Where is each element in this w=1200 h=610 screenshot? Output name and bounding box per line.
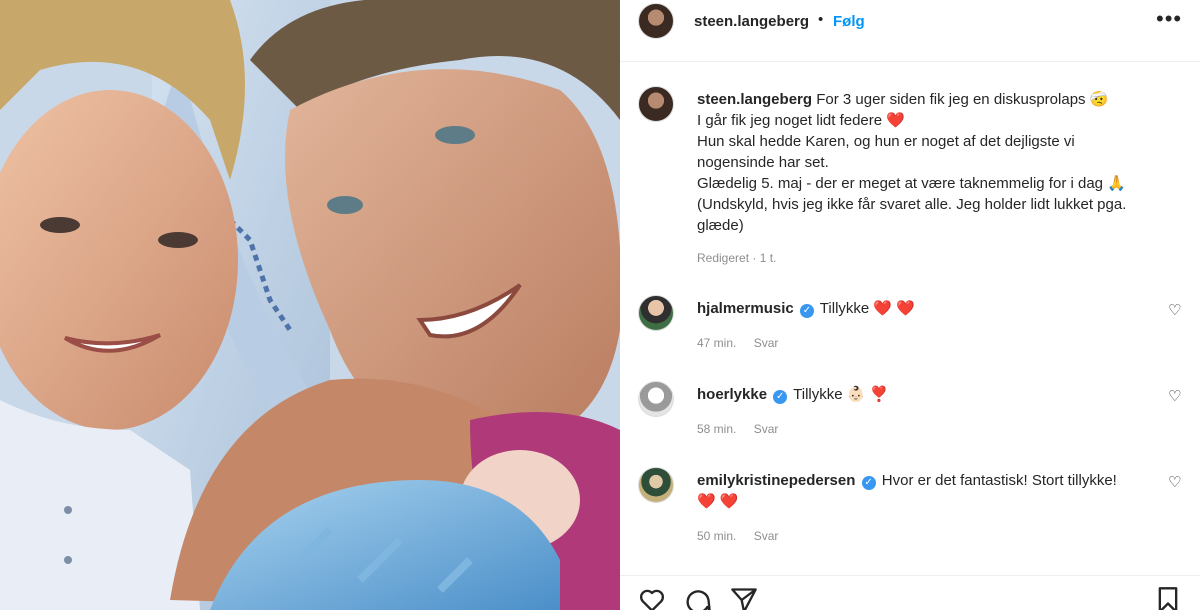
caption-line-1: For 3 uger siden fik jeg en diskusprolap…: [816, 91, 1109, 108]
comment-item: hoerlykke ✓ Tillykke 👶🏻 ❣️ 58 min. Svar …: [620, 381, 1200, 461]
post-photo-illustration: [0, 0, 620, 610]
comment-text: Hvor er det fantastisk! Stort tillykke!: [881, 472, 1117, 489]
comment-text: Tillykke: [793, 386, 843, 403]
comment-text: Tillykke: [819, 300, 870, 317]
comment-username[interactable]: hjalmermusic: [697, 300, 794, 317]
comment-item: emilykristinepedersen ✓ Hvor er det fant…: [620, 467, 1200, 547]
caption-line-4: nogensinde har set.: [697, 154, 829, 171]
comment-emoji: 👶🏻 ❣️: [846, 386, 889, 403]
comment-emoji: ❤️ ❤️: [697, 493, 739, 510]
comment-username[interactable]: emilykristinepedersen: [697, 472, 855, 489]
caption-avatar[interactable]: [638, 86, 674, 122]
comment-time: 58 min.: [697, 422, 737, 436]
heart-icon[interactable]: [638, 586, 666, 610]
comment-reply-button[interactable]: Svar: [754, 422, 779, 436]
comment-meta: 50 min. Svar: [697, 529, 792, 543]
post-photo[interactable]: [0, 0, 620, 610]
caption-username[interactable]: steen.langeberg: [697, 91, 812, 108]
follow-button[interactable]: Følg: [833, 13, 865, 30]
comment-meta: 58 min. Svar: [697, 422, 792, 436]
comment-item: hjalmermusic ✓ Tillykke ❤️ ❤️ 47 min. Sv…: [620, 295, 1200, 375]
comment-body: emilykristinepedersen ✓ Hvor er det fant…: [697, 470, 1147, 512]
comment-reply-button[interactable]: Svar: [754, 336, 779, 350]
post-header: steen.langeberg • Følg •••: [620, 0, 1200, 62]
author-username[interactable]: steen.langeberg: [694, 13, 809, 30]
comment-body: hoerlykke ✓ Tillykke 👶🏻 ❣️: [697, 384, 1147, 405]
comment-like-heart-icon[interactable]: ♡: [1168, 301, 1181, 319]
comment-emoji: ❤️ ❤️: [873, 300, 915, 317]
comment-like-heart-icon[interactable]: ♡: [1168, 387, 1181, 405]
separator-dot: •: [818, 11, 824, 28]
more-icon[interactable]: •••: [1156, 6, 1182, 32]
caption-line-5: Glædelig 5. maj - der er meget at være t…: [697, 175, 1126, 192]
author-avatar[interactable]: [638, 3, 674, 39]
comment-reply-button[interactable]: Svar: [754, 529, 779, 543]
comment-time: 50 min.: [697, 529, 737, 543]
comment-body: hjalmermusic ✓ Tillykke ❤️ ❤️: [697, 298, 1147, 319]
comment-avatar[interactable]: [638, 295, 674, 331]
comment-username[interactable]: hoerlykke: [697, 386, 767, 403]
action-bar: [620, 575, 1200, 610]
caption-heart-emoji: ❤️: [886, 112, 905, 129]
caption-line-3: Hun skal hedde Karen, og hun er noget af…: [697, 133, 1075, 150]
comment-meta: 47 min. Svar: [697, 336, 792, 350]
caption-line-2: I går fik jeg noget lidt federe: [697, 112, 883, 129]
bookmark-icon[interactable]: [1154, 586, 1182, 610]
caption-meta: Redigeret · 1 t.: [697, 251, 777, 265]
caption-line-6: (Undskyld, hvis jeg ikke får svaret alle…: [697, 196, 1127, 213]
verified-badge-icon: ✓: [861, 476, 876, 490]
verified-badge-icon: ✓: [799, 304, 814, 318]
caption-line-7: glæde): [697, 217, 744, 234]
caption-text: steen.langeberg For 3 uger siden fik jeg…: [697, 89, 1167, 236]
comment-icon[interactable]: [684, 586, 712, 610]
comment-avatar[interactable]: [638, 381, 674, 417]
comment-time: 47 min.: [697, 336, 737, 350]
verified-badge-icon: ✓: [773, 390, 788, 404]
comment-like-heart-icon[interactable]: ♡: [1168, 473, 1181, 491]
share-icon[interactable]: [730, 586, 758, 610]
comment-avatar[interactable]: [638, 467, 674, 503]
post-side-panel: steen.langeberg • Følg ••• steen.langebe…: [620, 0, 1200, 610]
